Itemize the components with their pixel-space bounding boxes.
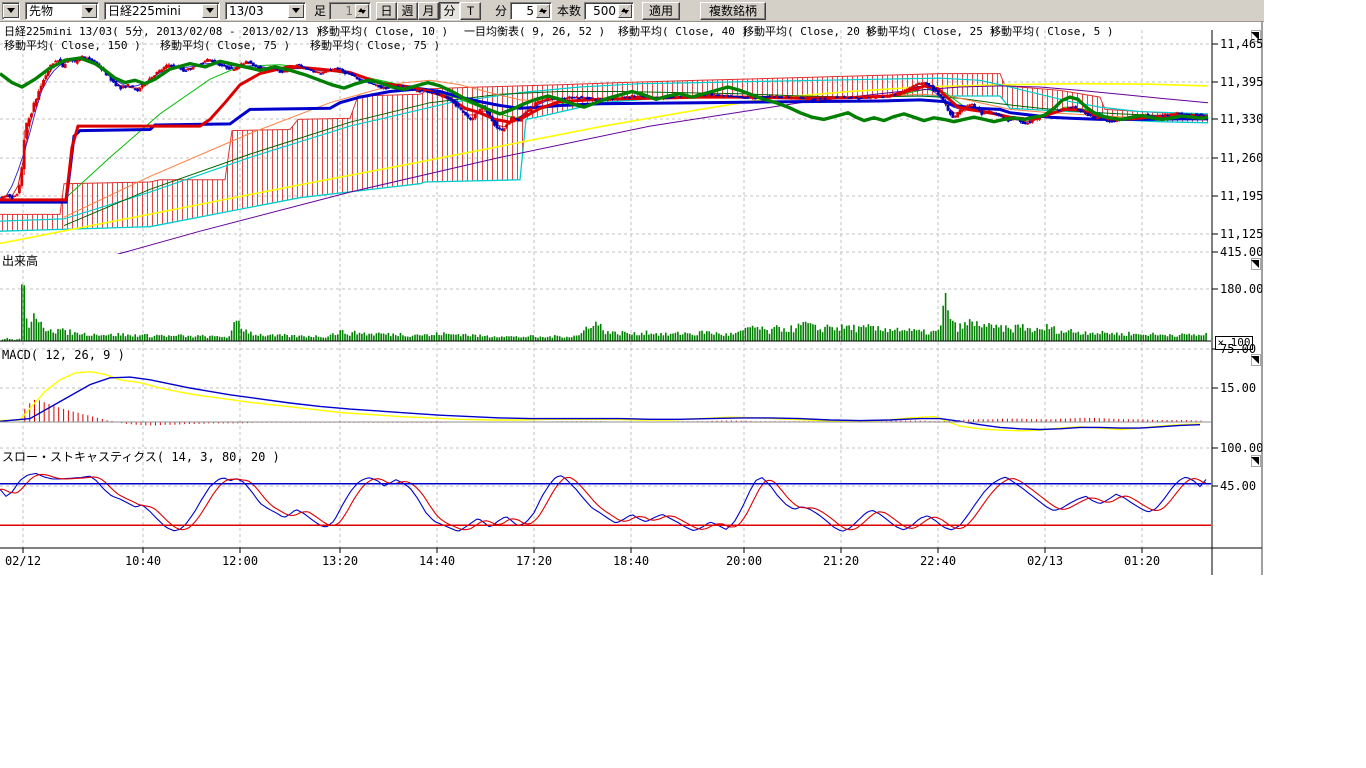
- bar-count-label: 本数: [557, 2, 581, 19]
- y-axis-tick-label: 75.00: [1220, 342, 1256, 356]
- y-axis-tick-label: 415.00: [1220, 245, 1263, 259]
- time-axis-tick-label: 02/12: [1, 554, 45, 568]
- chevron-down-icon[interactable]: [3, 4, 19, 18]
- indicator-label: 移動平均( Close, 5 ): [990, 25, 1113, 38]
- chevron-down-icon[interactable]: [81, 4, 97, 18]
- indicator-label: 移動平均( Close, 40 ): [618, 25, 748, 38]
- y-axis-tick-label: 11,330: [1220, 112, 1263, 126]
- indicator-label: 移動平均( Close, 75 ): [310, 39, 440, 52]
- period-button-month[interactable]: 月: [418, 2, 439, 20]
- y-axis-tick-label: 180.00: [1220, 282, 1263, 296]
- indicator-label: 移動平均( Close, 25 ): [866, 25, 996, 38]
- time-axis-tick-label: 20:00: [722, 554, 766, 568]
- period-button-tick[interactable]: T: [460, 2, 481, 20]
- spin-updown-icon[interactable]: [355, 4, 369, 18]
- multi-symbol-button[interactable]: 複数銘柄: [700, 2, 766, 20]
- y-axis-tick-label: 11,260: [1220, 151, 1263, 165]
- spin-updown-icon[interactable]: [618, 4, 632, 18]
- bar-type-label: 足: [314, 2, 326, 19]
- contract-month-combobox-value: 13/03: [226, 4, 288, 18]
- time-axis-tick-label: 21:20: [819, 554, 863, 568]
- minute-spinner-value: 5: [511, 4, 536, 18]
- bar-count-spinner-value: 500: [585, 4, 618, 18]
- symbol-combobox[interactable]: 日経225mini: [104, 2, 220, 20]
- time-axis-tick-label: 17:20: [512, 554, 556, 568]
- indicator-label: 移動平均( Close, 75 ): [160, 39, 290, 52]
- time-axis-tick-label: 14:40: [415, 554, 459, 568]
- indicator-label: 移動平均( Close, 20 ): [743, 25, 873, 38]
- period-button-day[interactable]: 日: [376, 2, 397, 20]
- market-combobox-value: 先物: [26, 2, 81, 19]
- y-axis-tick-label: 11,125: [1220, 227, 1263, 241]
- bar-count-spinner[interactable]: 500: [584, 2, 634, 20]
- time-axis-tick-label: 22:40: [916, 554, 960, 568]
- y-axis-tick-label: 11,465: [1220, 37, 1263, 51]
- mini-combobox[interactable]: [2, 2, 20, 20]
- market-combobox[interactable]: 先物: [25, 2, 99, 20]
- spin-updown-icon[interactable]: [536, 4, 550, 18]
- chevron-down-icon[interactable]: [202, 4, 218, 18]
- period-button-minute[interactable]: 分: [439, 2, 460, 20]
- indicator-label: 一目均衡表( 9, 26, 52 ): [464, 25, 605, 38]
- y-axis-tick-label: 15.00: [1220, 381, 1256, 395]
- panel-handle-icon[interactable]: [1251, 455, 1261, 467]
- y-axis-tick-label: 11,195: [1220, 189, 1263, 203]
- time-axis-tick-label: 01:20: [1120, 554, 1164, 568]
- time-axis-tick-label: 10:40: [121, 554, 165, 568]
- time-axis-tick-label: 02/13: [1023, 554, 1067, 568]
- period-button-group: 日 週 月 分 T: [376, 2, 481, 20]
- time-axis-tick-label: 12:00: [218, 554, 262, 568]
- period-button-week[interactable]: 週: [397, 2, 418, 20]
- stoch-panel-label: スロー・ストキャスティクス( 14, 3, 80, 20 ): [2, 451, 280, 464]
- time-axis-tick-label: 18:40: [609, 554, 653, 568]
- contract-month-combobox[interactable]: 13/03: [225, 2, 306, 20]
- apply-button[interactable]: 適用: [642, 2, 680, 20]
- chart-area[interactable]: 日経225mini 13/03( 5分, 2013/02/08 - 2013/0…: [0, 22, 1366, 768]
- y-axis-tick-label: 100.00: [1220, 441, 1263, 455]
- indicator-label: 移動平均( Close, 150 ): [4, 39, 141, 52]
- indicator-label: 日経225mini 13/03( 5分, 2013/02/08 - 2013/0…: [4, 25, 322, 38]
- symbol-combobox-value: 日経225mini: [105, 2, 202, 19]
- bar-interval-spinner[interactable]: 1: [329, 2, 371, 20]
- macd-panel-label: MACD( 12, 26, 9 ): [2, 349, 125, 362]
- bar-interval-value: 1: [330, 4, 355, 18]
- panel-handle-icon[interactable]: [1251, 258, 1261, 270]
- indicator-label: 移動平均( Close, 10 ): [318, 25, 448, 38]
- y-axis-tick-label: 45.00: [1220, 479, 1256, 493]
- chevron-down-icon[interactable]: [288, 4, 304, 18]
- toolbar: 先物 日経225mini 13/03 足 1 日 週 月 分 T 分 5 本数 …: [0, 0, 1264, 22]
- y-axis-tick-label: 11,395: [1220, 75, 1263, 89]
- time-axis-tick-label: 13:20: [318, 554, 362, 568]
- volume-panel-label: 出来高: [2, 255, 38, 268]
- minute-spinner[interactable]: 5: [510, 2, 552, 20]
- minute-label: 分: [495, 2, 507, 19]
